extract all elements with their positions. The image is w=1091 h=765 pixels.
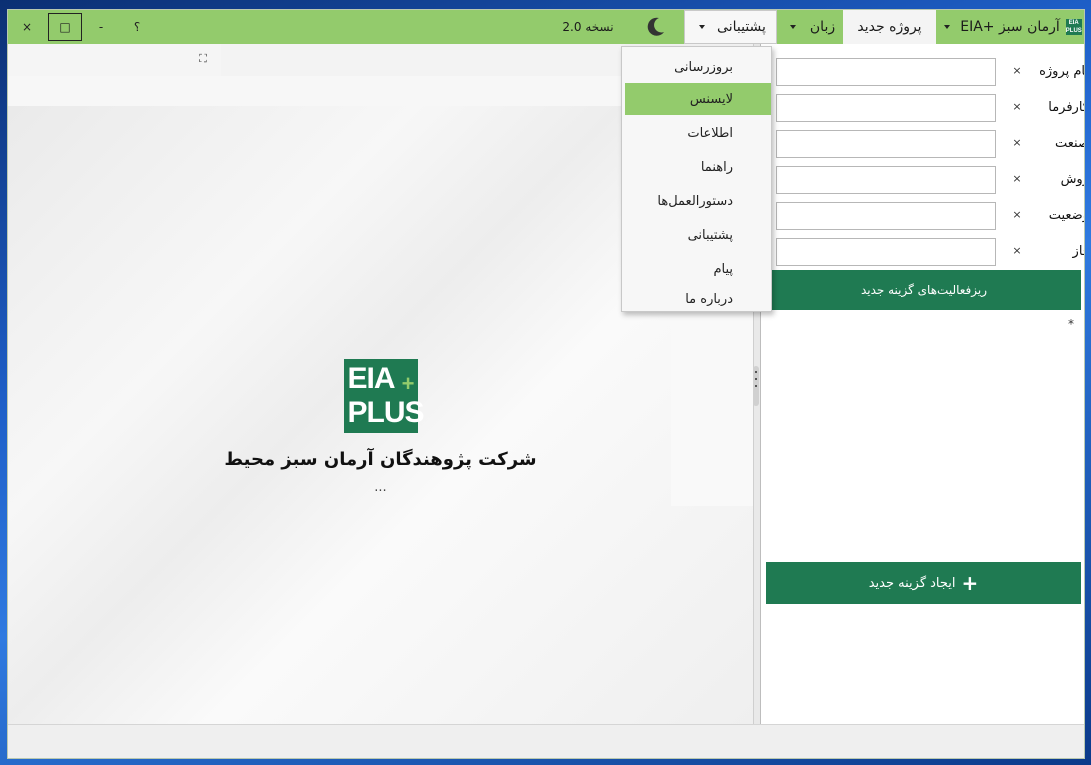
preview-header: ⛶: [8, 44, 221, 76]
field-employer: × کارفرما: [773, 94, 1084, 124]
subactivities-button[interactable]: ریزفعالیت‌های گزینه جدید: [767, 270, 1081, 310]
plus-icon: +: [961, 571, 979, 595]
create-option-label: ایجاد گزینه جدید: [868, 575, 956, 591]
chevron-down-icon: [789, 25, 796, 29]
dark-mode-toggle[interactable]: [638, 10, 672, 44]
clear-icon[interactable]: ×: [1011, 208, 1023, 224]
maximize-button[interactable]: □: [48, 13, 82, 41]
field-method: × روش: [773, 166, 1084, 196]
field-label: فاز: [1072, 244, 1084, 259]
new-project-tab[interactable]: پروژه جدید: [843, 10, 936, 44]
field-phase: × فاز: [773, 238, 1084, 268]
method-input[interactable]: [776, 166, 996, 194]
industry-input[interactable]: [776, 130, 996, 158]
clear-icon[interactable]: ×: [1011, 64, 1023, 80]
loading-indicator: ...: [374, 480, 387, 495]
field-industry: × صنعت: [773, 130, 1084, 160]
support-dropdown-menu: بروزرسانی لایسنس اطلاعات راهنما دستورالع…: [621, 46, 772, 312]
version-label: نسخه 2.0: [562, 20, 614, 34]
field-status: × وضعیت: [773, 202, 1084, 232]
employer-input[interactable]: [776, 94, 996, 122]
menu-item-message[interactable]: پیام: [622, 253, 771, 285]
field-project-name: × نام پروژه: [773, 58, 1084, 88]
splash-content: EIA + PLUS شرکت پژوهندگان آرمان سبز محیط…: [8, 359, 753, 495]
project-form: × نام پروژه × کارفرما × صنعت × روش × وضع…: [760, 44, 1084, 724]
splitter-grip-icon[interactable]: [753, 366, 759, 406]
clear-icon[interactable]: ×: [1011, 244, 1023, 260]
moon-icon: [647, 17, 664, 36]
brand-menu[interactable]: EIA+ آرمان سبز EIA PLUS: [938, 10, 1084, 44]
menu-item-about[interactable]: درباره ما: [622, 283, 771, 315]
language-menu[interactable]: زبان: [779, 10, 842, 44]
field-label: صنعت: [1055, 136, 1084, 151]
support-menu-button[interactable]: پشتیبانی: [684, 10, 777, 44]
status-bar: [8, 724, 1084, 758]
menu-item-guide[interactable]: راهنما: [622, 151, 771, 183]
phase-input[interactable]: [776, 238, 996, 266]
chevron-down-icon: [699, 25, 706, 29]
fullscreen-icon[interactable]: ⛶: [196, 52, 210, 66]
status-input[interactable]: [776, 202, 996, 230]
chevron-down-icon: [944, 25, 951, 29]
company-name: شرکت پژوهندگان آرمان سبز محیط: [224, 449, 537, 470]
minimize-button[interactable]: -: [90, 13, 112, 41]
help-button[interactable]: ؟: [126, 13, 148, 41]
menu-item-support[interactable]: پشتیبانی: [622, 219, 771, 251]
menu-item-info[interactable]: اطلاعات: [622, 117, 771, 149]
project-name-input[interactable]: [776, 58, 996, 86]
create-option-button[interactable]: ایجاد گزینه جدید +: [766, 562, 1081, 604]
field-label: نام پروژه: [1039, 64, 1085, 79]
field-label: کارفرما: [1048, 100, 1085, 115]
required-marker: *: [1068, 317, 1074, 331]
language-label: زبان: [809, 19, 836, 35]
app-logo-icon: EIA PLUS: [1065, 19, 1082, 35]
menu-item-instructions[interactable]: دستورالعمل‌ها: [622, 185, 771, 217]
close-button[interactable]: ×: [16, 13, 38, 41]
clear-icon[interactable]: ×: [1011, 172, 1023, 188]
clear-icon[interactable]: ×: [1011, 136, 1023, 152]
app-window: EIA+ آرمان سبز EIA PLUS پروژه جدید زبان پ…: [7, 9, 1085, 759]
field-label: روش: [1060, 172, 1084, 187]
eia-plus-logo: EIA + PLUS: [343, 359, 425, 433]
brand-name: EIA+ آرمان سبز: [960, 19, 1060, 35]
support-label: پشتیبانی: [717, 19, 766, 35]
menu-item-update[interactable]: بروزرسانی: [622, 51, 771, 83]
clear-icon[interactable]: ×: [1011, 100, 1023, 116]
field-label: وضعیت: [1048, 208, 1085, 223]
menu-item-license[interactable]: لایسنس: [625, 83, 771, 115]
title-bar: EIA+ آرمان سبز EIA PLUS پروژه جدید زبان پ…: [8, 10, 1084, 44]
